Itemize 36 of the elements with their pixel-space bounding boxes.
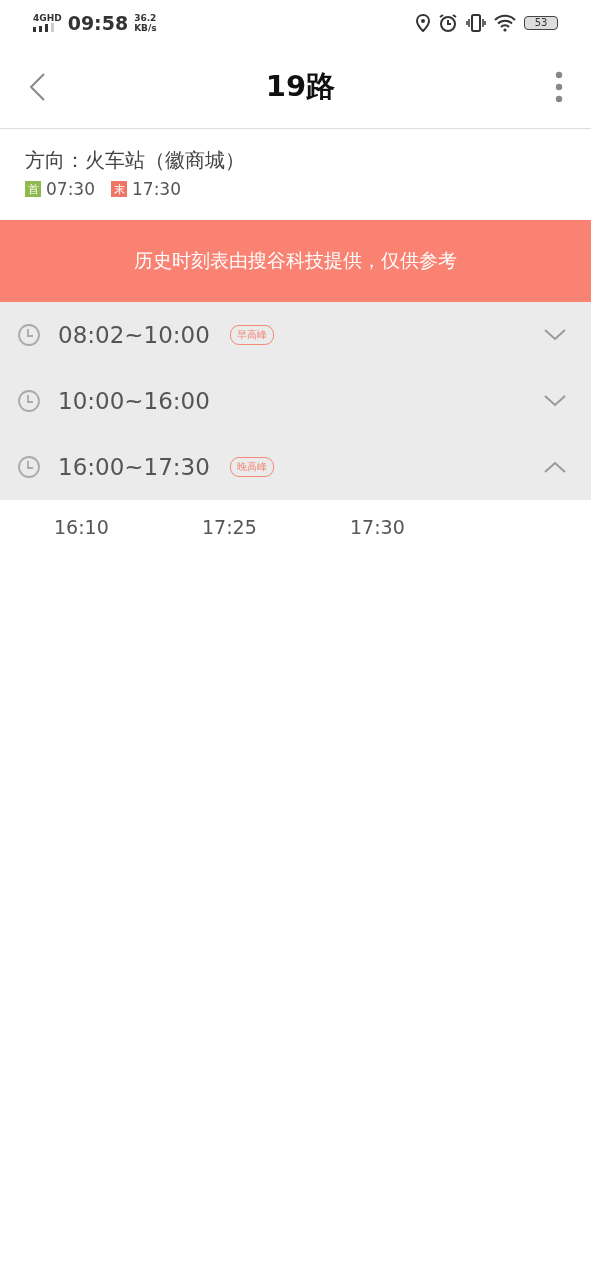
network-type: 4GHD [33,13,62,23]
peak-tag: 晚高峰 [229,457,274,477]
page-title: 19路 [265,67,336,105]
wifi-icon [494,13,516,32]
location-icon [416,13,430,32]
time-range: 10:00~16:00 [58,388,210,414]
last-bus-tag: 末 [111,181,127,197]
vibrate-icon [466,12,486,33]
chevron-down-icon[interactable] [543,394,567,408]
clock-time: 09:58 [67,11,129,34]
chevron-down-icon[interactable] [543,328,567,342]
departure-time: 16:10 [54,516,110,538]
time-range: 16:00~17:30 [58,454,210,480]
direction-label: 方向：火车站（徽商城） [25,147,246,174]
first-bus-tag: 首 [25,181,41,197]
more-icon[interactable] [555,70,563,103]
clock-icon [17,455,41,479]
peak-tag: 早高峰 [229,325,274,345]
signal-icon [33,23,55,32]
network-speed: 36.2 [134,12,157,23]
clock-icon [17,389,41,413]
first-bus-time: 07:30 [46,179,95,199]
departure-time: 17:30 [350,516,406,538]
chevron-up-icon[interactable] [543,460,567,474]
period-row[interactable]: 08:02~10:00 早高峰 [0,302,591,368]
battery-level: 53 [524,15,558,30]
period-row[interactable]: 16:00~17:30 晚高峰 [0,434,591,500]
period-row[interactable]: 10:00~16:00 [0,368,591,434]
back-icon[interactable] [28,71,46,102]
clock-icon [17,323,41,347]
speed-unit: KB/s [134,22,157,33]
last-bus-time: 17:30 [132,179,181,199]
departure-time: 17:25 [202,516,258,538]
time-range: 08:02~10:00 [58,322,210,348]
notice-banner: 历史时刻表由搜谷科技提供，仅供参考 [0,220,591,302]
alarm-icon [438,12,458,33]
